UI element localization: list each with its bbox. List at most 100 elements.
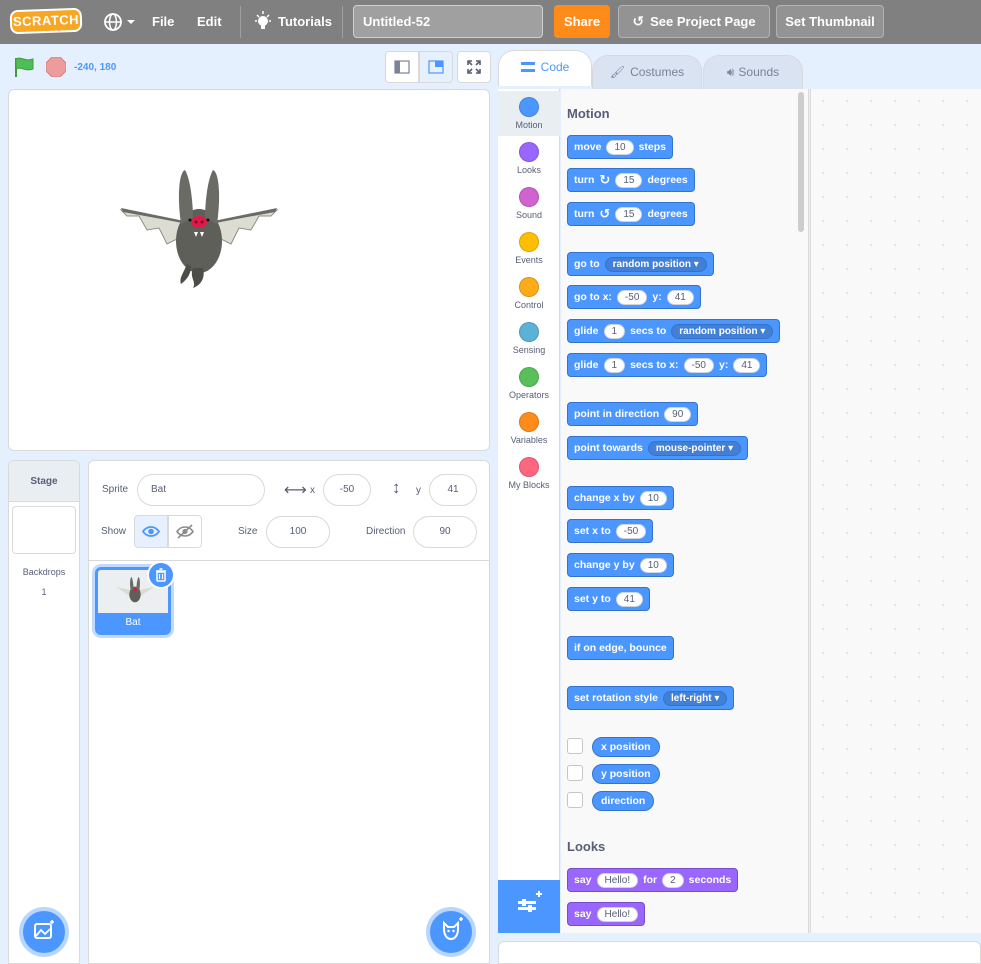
category-color-dot (519, 232, 539, 252)
paintbrush-icon: 🖌︎ (609, 65, 626, 79)
y-input[interactable]: 41 (429, 474, 477, 506)
category-motion[interactable]: Motion (498, 91, 560, 136)
normal-stage-icon (428, 60, 444, 74)
block-input[interactable]: -50 (683, 357, 714, 373)
small-stage-button[interactable] (385, 51, 419, 83)
block-point-direction[interactable]: point in direction 90 (567, 402, 699, 426)
reporter-direction[interactable]: direction (592, 791, 655, 811)
block-input[interactable]: 10 (606, 139, 634, 155)
see-project-page-button[interactable]: ↺ See Project Page (618, 5, 770, 38)
sprite-name-input[interactable]: Bat (137, 474, 265, 506)
block-change-x[interactable]: change x by 10 (567, 486, 674, 510)
block-input[interactable]: 41 (666, 289, 694, 305)
script-workspace[interactable] (810, 89, 981, 933)
stage-canvas[interactable] (8, 89, 490, 451)
category-operators[interactable]: Operators (498, 361, 560, 406)
direction-input[interactable]: 90 (413, 516, 477, 548)
block-input[interactable]: Hello! (596, 872, 639, 888)
tutorials-button[interactable]: Tutorials (252, 10, 332, 34)
category-control[interactable]: Control (498, 271, 560, 316)
x-position-checkbox[interactable] (567, 738, 583, 754)
fullscreen-button[interactable] (457, 51, 491, 83)
category-color-dot (519, 97, 539, 117)
category-label: Sensing (512, 345, 546, 355)
block-set-x[interactable]: set x to -50 (567, 519, 654, 543)
block-turn-left[interactable]: turn ↺ 15 degrees (567, 202, 695, 226)
category-looks[interactable]: Looks (498, 136, 560, 181)
block-move[interactable]: move 10 steps (567, 135, 673, 159)
block-goto-xy[interactable]: go to x: -50 y: 41 (567, 285, 701, 309)
choose-backdrop-button[interactable] (19, 907, 69, 957)
backdrop-image-icon (34, 920, 54, 939)
block-input[interactable]: 10 (639, 557, 667, 573)
block-input[interactable]: 15 (615, 206, 643, 222)
palette-scrollbar[interactable] (798, 92, 804, 232)
block-input[interactable]: 15 (615, 172, 643, 188)
size-input[interactable]: 100 (266, 516, 330, 548)
x-input[interactable]: -50 (323, 474, 371, 506)
block-set-y[interactable]: set y to 41 (567, 587, 650, 611)
block-goto[interactable]: go to random position (567, 252, 714, 276)
tab-costumes-label: Costumes (630, 65, 685, 79)
block-input[interactable]: 41 (615, 591, 643, 607)
y-position-checkbox[interactable] (567, 765, 583, 781)
block-glide-to[interactable]: glide 1 secs to random position (567, 319, 781, 343)
block-input[interactable]: -50 (616, 289, 648, 305)
category-events[interactable]: Events (498, 226, 560, 271)
category-variables[interactable]: Variables (498, 406, 560, 451)
block-say[interactable]: say Hello! (567, 902, 646, 926)
fullscreen-icon (467, 60, 481, 74)
file-menu[interactable]: File (152, 14, 174, 29)
block-point-towards[interactable]: point towards mouse-pointer (567, 436, 749, 460)
green-flag-icon[interactable] (12, 56, 36, 78)
block-input[interactable]: 41 (733, 357, 761, 373)
add-extension-button[interactable] (498, 880, 560, 933)
language-menu[interactable] (102, 10, 138, 34)
tab-code[interactable]: Code (498, 50, 592, 86)
block-text: glide (574, 359, 599, 371)
reporter-x-position[interactable]: x position (592, 737, 660, 757)
category-sound[interactable]: Sound (498, 181, 560, 226)
direction-checkbox[interactable] (567, 792, 583, 808)
block-turn-right[interactable]: turn ↻ 15 degrees (567, 168, 695, 192)
block-dropdown[interactable]: left-right (663, 690, 728, 706)
block-input[interactable]: 1 (603, 357, 626, 373)
block-dropdown[interactable]: random position (671, 323, 774, 339)
block-text: say (574, 874, 592, 886)
category-sensing[interactable]: Sensing (498, 316, 560, 361)
block-dropdown[interactable]: random position (604, 256, 707, 272)
edit-menu[interactable]: Edit (197, 14, 222, 29)
show-visible-button[interactable] (134, 515, 168, 548)
reporter-y-position[interactable]: y position (592, 764, 660, 784)
block-bounce[interactable]: if on edge, bounce (567, 636, 674, 660)
category-color-dot (519, 142, 539, 162)
block-input[interactable]: -50 (615, 523, 647, 539)
category-my-blocks[interactable]: My Blocks (498, 451, 560, 496)
category-color-dot (519, 412, 539, 432)
stage-thumbnail[interactable] (12, 506, 76, 554)
category-color-dot (519, 187, 539, 207)
share-button[interactable]: Share (554, 5, 610, 38)
block-rotation-style[interactable]: set rotation style left-right (567, 686, 735, 710)
set-thumbnail-button[interactable]: Set Thumbnail (776, 5, 884, 38)
block-input[interactable]: 90 (664, 406, 692, 422)
block-input[interactable]: 1 (603, 323, 626, 339)
tab-costumes[interactable]: 🖌︎ Costumes (592, 55, 702, 89)
block-change-y[interactable]: change y by 10 (567, 553, 674, 577)
bat-sprite[interactable] (119, 166, 279, 296)
show-hidden-button[interactable] (168, 515, 202, 548)
scratch-logo[interactable]: SCRATCH (9, 7, 83, 35)
block-input[interactable]: Hello! (596, 906, 639, 922)
block-say-for[interactable]: say Hello! for 2 seconds (567, 868, 739, 892)
sprite-tile-label: Bat (98, 613, 168, 632)
delete-sprite-button[interactable] (147, 561, 175, 589)
block-input[interactable]: 2 (662, 872, 684, 888)
block-input[interactable]: 10 (639, 490, 667, 506)
normal-stage-button[interactable] (419, 51, 453, 83)
stop-icon[interactable] (46, 57, 66, 77)
block-glide-xy[interactable]: glide 1 secs to x: -50 y: 41 (567, 353, 768, 377)
tab-sounds[interactable]: 🔊︎ Sounds (703, 55, 803, 89)
choose-sprite-button[interactable] (426, 907, 476, 957)
block-dropdown[interactable]: mouse-pointer (647, 440, 742, 456)
project-title-input[interactable]: Untitled-52 (353, 5, 543, 38)
